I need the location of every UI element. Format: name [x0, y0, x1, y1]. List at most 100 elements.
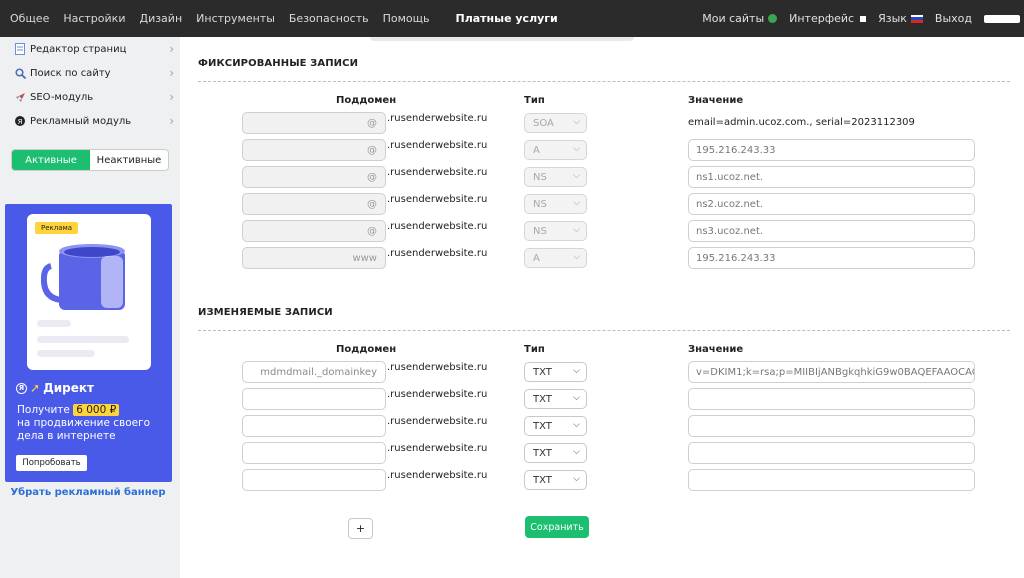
subdomain-field: @: [242, 166, 386, 188]
placeholder-line: [37, 350, 95, 357]
globe-icon: [768, 14, 778, 23]
type-select: NS ⌵: [524, 221, 587, 241]
nav-tools[interactable]: Инструменты: [196, 12, 275, 25]
domain-suffix: .rusenderwebsite.ru: [387, 470, 488, 481]
nav-paid-services[interactable]: Платные услуги: [455, 12, 557, 25]
nav-help[interactable]: Помощь: [383, 12, 430, 25]
value-field: ns3.ucoz.net.: [688, 220, 975, 242]
interface-label: Интерфейс: [789, 12, 855, 25]
my-sites-label: Мои сайты: [702, 12, 765, 25]
chevron-down-icon: ⌵: [573, 225, 580, 235]
type-select[interactable]: TXT ⌵: [524, 362, 587, 382]
value-header: Значение: [688, 95, 744, 106]
type-value: A: [533, 252, 540, 264]
main-content: ФИКСИРОВАННЫЕ ЗАПИСИ Поддомен Тип Значен…: [180, 37, 1024, 578]
remove-banner-link[interactable]: Убрать рекламный баннер: [0, 487, 176, 498]
nav-general[interactable]: Общее: [10, 12, 49, 25]
value-field: 195.216.243.33: [688, 139, 975, 161]
sidebar-item-page-editor[interactable]: Редактор страниц ›: [14, 39, 176, 59]
subdomain-header: Поддомен: [336, 344, 397, 355]
type-value: TXT: [533, 420, 552, 432]
ad-text-before: Получите: [17, 404, 70, 416]
subdomain-input[interactable]: [242, 469, 386, 491]
domain-suffix: .rusenderwebsite.ru: [387, 221, 488, 232]
subdomain-header: Поддомен: [336, 95, 397, 106]
chevron-down-icon: ⌵: [573, 366, 580, 376]
chevron-down-icon: ⌵: [573, 447, 580, 457]
my-sites-link[interactable]: Мои сайты: [702, 12, 778, 25]
top-panel-edge: [370, 37, 634, 41]
value-input[interactable]: [688, 469, 975, 491]
type-value: TXT: [533, 393, 552, 405]
domain-suffix: .rusenderwebsite.ru: [387, 416, 488, 427]
toggle-active[interactable]: Активные: [12, 150, 90, 170]
value-input[interactable]: [688, 388, 975, 410]
editable-record-row: .rusenderwebsite.ru TXT ⌵: [180, 415, 1024, 438]
ad-price: 6 000 ₽: [73, 404, 120, 416]
rocket-icon: [14, 91, 26, 103]
brand-label: Директ: [43, 381, 94, 395]
toggle-inactive[interactable]: Неактивные: [90, 150, 168, 170]
type-value: TXT: [533, 447, 552, 459]
domain-suffix: .rusenderwebsite.ru: [387, 140, 488, 151]
subdomain-field: @: [242, 220, 386, 242]
chevron-right-icon: ›: [169, 42, 174, 56]
type-select: NS ⌵: [524, 167, 587, 187]
domain-suffix: .rusenderwebsite.ru: [387, 362, 488, 373]
sidebar-item-label: Поиск по сайту: [30, 67, 111, 79]
interface-link[interactable]: Интерфейс: [789, 12, 867, 25]
language-link[interactable]: Язык: [878, 12, 923, 25]
editable-record-row: mdmdmail._domainkey .rusenderwebsite.ru …: [180, 361, 1024, 384]
try-button[interactable]: Попробовать: [16, 455, 87, 471]
nav-security[interactable]: Безопасность: [289, 12, 369, 25]
value-text: email=admin.ucoz.com., serial=2023112309: [688, 117, 915, 128]
russian-flag-icon: [910, 14, 923, 23]
value-input[interactable]: [688, 442, 975, 464]
add-record-button[interactable]: +: [348, 518, 373, 539]
fixed-record-row: @ .rusenderwebsite.ru NS ⌵ ns1.ucoz.net.: [180, 166, 1024, 189]
sidebar-item-ad-module[interactable]: Я Рекламный модуль ›: [14, 111, 176, 131]
sidebar-item-site-search[interactable]: Поиск по сайту ›: [14, 63, 176, 83]
svg-text:Я: Я: [18, 118, 23, 126]
type-select[interactable]: TXT ⌵: [524, 416, 587, 436]
subdomain-input[interactable]: [242, 415, 386, 437]
subdomain-input[interactable]: [242, 388, 386, 410]
ad-banner[interactable]: Реклама Я ➚ Директ Получите 6 000 ₽ на п…: [5, 204, 172, 482]
value-field: ns2.ucoz.net.: [688, 193, 975, 215]
type-select[interactable]: TXT ⌵: [524, 470, 587, 490]
active-inactive-toggle: Активные Неактивные: [11, 149, 169, 171]
domain-suffix: .rusenderwebsite.ru: [387, 194, 488, 205]
sidebar: Редактор страниц › Поиск по сайту › SEO-…: [0, 37, 180, 578]
value-input[interactable]: v=DKIM1;k=rsa;p=MIIBIjANBgkqhkiG9w0BAQEF…: [688, 361, 975, 383]
domain-suffix: .rusenderwebsite.ru: [387, 113, 488, 124]
divider: [198, 330, 1010, 331]
ad-text-after: на продвижение своего дела в интернете: [17, 417, 151, 442]
logout-link[interactable]: Выход: [935, 12, 972, 25]
type-value: TXT: [533, 366, 552, 378]
type-select[interactable]: TXT ⌵: [524, 389, 587, 409]
direct-brand: Я ➚ Директ: [16, 381, 94, 395]
search-icon: [14, 67, 26, 79]
value-input[interactable]: [688, 415, 975, 437]
type-select: NS ⌵: [524, 194, 587, 214]
chevron-down-icon: ⌵: [573, 393, 580, 403]
save-button[interactable]: Сохранить: [525, 516, 589, 538]
subdomain-field: @: [242, 112, 386, 134]
subdomain-input[interactable]: mdmdmail._domainkey: [242, 361, 386, 383]
user-avatar[interactable]: [984, 14, 1020, 23]
nav-settings[interactable]: Настройки: [63, 12, 125, 25]
ad-badge: Реклама: [35, 222, 79, 234]
nav-design[interactable]: Дизайн: [139, 12, 182, 25]
domain-suffix: .rusenderwebsite.ru: [387, 389, 488, 400]
type-select: SOA ⌵: [524, 113, 587, 133]
divider: [198, 81, 1010, 82]
chevron-down-icon: ⌵: [573, 117, 580, 127]
type-header: Тип: [524, 95, 545, 106]
main-menu: Общее Настройки Дизайн Инструменты Безоп…: [0, 0, 562, 37]
sidebar-item-seo[interactable]: SEO-модуль ›: [14, 87, 176, 107]
type-select[interactable]: TXT ⌵: [524, 443, 587, 463]
subdomain-input[interactable]: [242, 442, 386, 464]
domain-suffix: .rusenderwebsite.ru: [387, 248, 488, 259]
subdomain-field: @: [242, 193, 386, 215]
fixed-record-row: @ .rusenderwebsite.ru NS ⌵ ns2.ucoz.net.: [180, 193, 1024, 216]
